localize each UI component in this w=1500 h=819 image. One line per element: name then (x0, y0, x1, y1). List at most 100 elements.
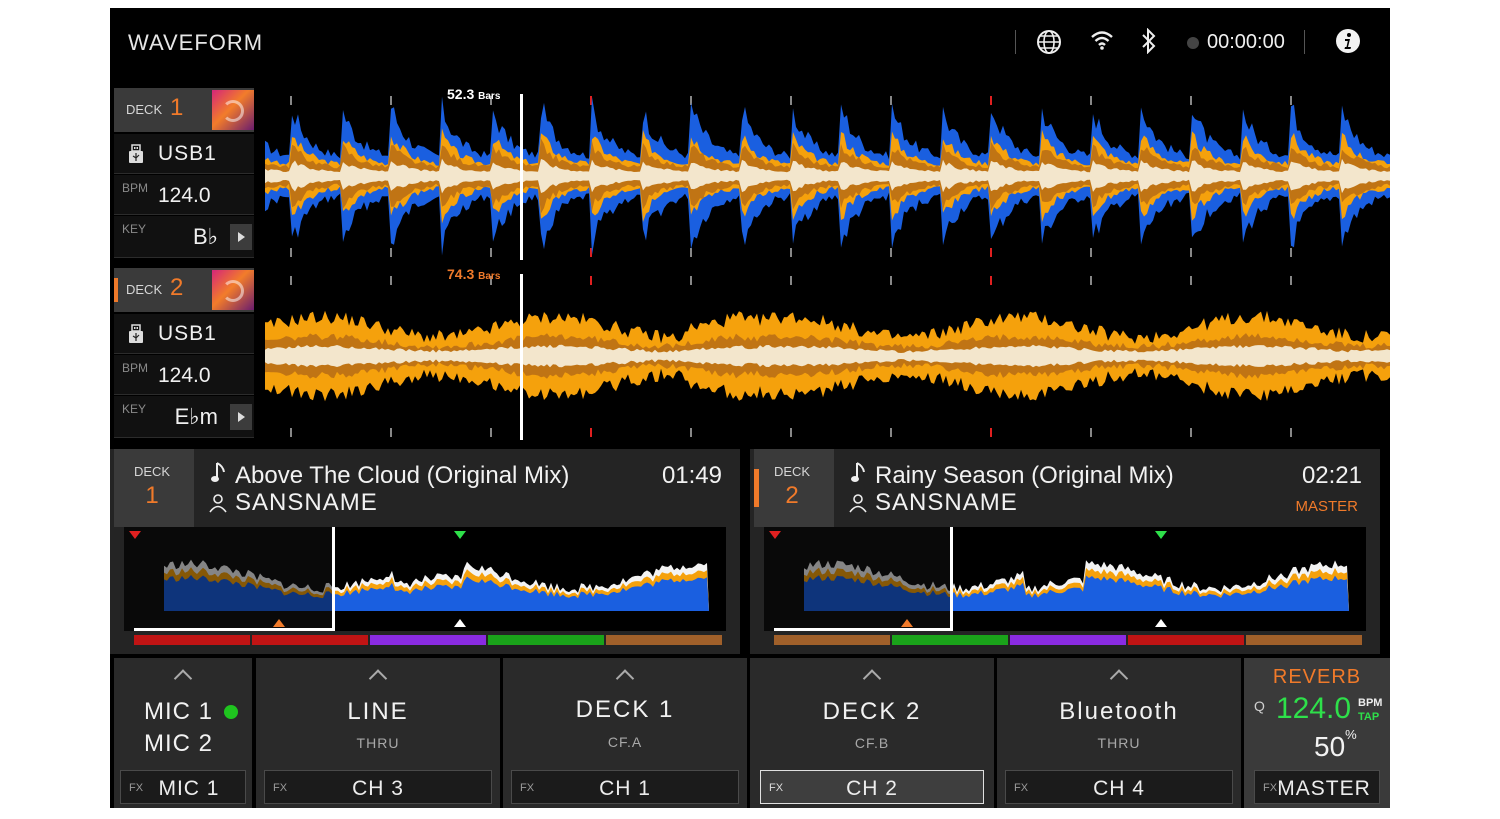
record-dot-icon (1187, 37, 1199, 49)
channel-name-secondary: MIC 2 (144, 730, 214, 757)
deck-2-overview-waveform[interactable] (764, 527, 1366, 653)
key-label: KEY (122, 222, 147, 236)
deck-1-badge: DECK 1 (114, 449, 194, 527)
deck-1-track-panel: DECK 1 Above The Cloud (Original Mix) SA… (110, 449, 740, 654)
effect-bpm: 124.0 (1276, 692, 1352, 725)
usb-icon (129, 324, 143, 343)
channel-bluetooth[interactable]: Bluetooth THRU FX CH 4 (997, 658, 1241, 808)
bars-readout: 52.3 Bars (447, 86, 501, 102)
deck-number: 2 (170, 274, 184, 301)
deck-2-waveform[interactable]: 74.3 Bars (265, 266, 1390, 440)
track-artist: SANSNAME (875, 489, 1018, 516)
quantize-label: Q (1254, 698, 1265, 714)
effect-name: REVERB (1272, 666, 1362, 688)
effect-level[interactable]: 50% (1314, 727, 1357, 763)
deck-label: DECK (126, 282, 163, 297)
key-value: E♭m (174, 404, 218, 429)
bpm-row: BPM 124.0 (114, 355, 254, 395)
key-arrow-button[interactable] (230, 224, 252, 250)
track-title: Rainy Season (Original Mix) (875, 462, 1174, 489)
channel-mic[interactable]: MIC 1 MIC 2 FX MIC 1 (114, 658, 252, 808)
info-icon[interactable] (1335, 28, 1361, 54)
bluetooth-icon[interactable] (1140, 28, 1158, 54)
channel-name: DECK 2 (822, 698, 922, 725)
tap-button[interactable]: TAP (1358, 711, 1379, 723)
track-title: Above The Cloud (Original Mix) (235, 462, 570, 489)
channel-name: DECK 1 (575, 696, 675, 723)
channel-line[interactable]: LINE THRU FX CH 3 (256, 658, 500, 808)
elapsed-timer: 00:00:00 (1207, 31, 1285, 53)
bars-readout: 74.3 Bars (447, 266, 501, 282)
source-label: USB1 (158, 142, 217, 165)
channel-name: LINE (347, 698, 409, 725)
key-row: KEY E♭m (114, 396, 254, 438)
fx-assign-button[interactable]: FX CH 1 (511, 770, 739, 804)
chevron-up-icon[interactable] (256, 670, 500, 684)
key-value: B♭ (192, 224, 218, 249)
deck-number: 1 (145, 482, 159, 509)
deck-label: DECK (133, 464, 171, 479)
track-remaining-time: 01:49 (661, 462, 722, 489)
channel-strip: MIC 1 MIC 2 FX MIC 1 LINE THRU FX CH 3 D… (110, 658, 1390, 808)
channel-routing: CF.B (854, 735, 890, 751)
deck-2-track-panel: DECK 2 Rainy Season (Original Mix) SANSN… (750, 449, 1380, 654)
fx-assign-button[interactable]: FX MASTER (1254, 770, 1380, 804)
deck-1-waveform[interactable]: 52.3 Bars (265, 86, 1390, 260)
source-row: USB1 (114, 314, 254, 354)
music-note-icon (211, 462, 225, 482)
chevron-up-icon[interactable] (997, 670, 1241, 684)
channel-deck-2[interactable]: DECK 2 CF.B FX CH 2 (750, 658, 994, 808)
deck-1-waveform-graph (265, 94, 1390, 260)
album-artwork (212, 90, 254, 130)
deck-label: DECK (773, 464, 811, 479)
chevron-up-icon[interactable] (503, 670, 747, 684)
deck-number: 2 (785, 482, 799, 509)
music-note-icon (851, 462, 865, 482)
master-indicator (114, 278, 118, 302)
chevron-up-icon[interactable] (114, 670, 252, 684)
deck-label: DECK (126, 102, 163, 117)
fx-assign-button[interactable]: FX CH 3 (264, 770, 492, 804)
usb-icon (129, 144, 143, 163)
screen-title: WAVEFORM (128, 30, 264, 55)
chevron-up-icon[interactable] (750, 670, 994, 684)
channel-routing: THRU (1097, 735, 1141, 751)
source-row: USB1 (114, 134, 254, 174)
source-label: USB1 (158, 322, 217, 345)
artist-icon (209, 494, 227, 513)
key-label: KEY (122, 402, 147, 416)
deck-2-badge: DECK 2 (754, 449, 834, 527)
bpm-unit: BPM (1358, 697, 1383, 709)
mic-active-indicator (224, 705, 238, 719)
deck-number: 1 (170, 94, 184, 121)
key-row: KEY B♭ (114, 216, 254, 258)
fx-assign-button[interactable]: FX MIC 1 (120, 770, 246, 804)
deck-1-header[interactable]: DECK 1 (114, 88, 254, 132)
bpm-row: BPM 124.0 (114, 175, 254, 215)
divider (1304, 30, 1305, 54)
bpm-value: 124.0 (158, 184, 211, 207)
channel-name: Bluetooth (1059, 698, 1179, 725)
wifi-icon[interactable] (1090, 28, 1114, 52)
channel-routing: CF.A (607, 734, 643, 750)
deck-2-info-panel: DECK 2 USB1 BPM 124.0 KEY E♭m (114, 268, 254, 440)
deck-2-waveform-graph (265, 274, 1390, 440)
bpm-value: 124.0 (158, 364, 211, 387)
channel-routing: THRU (356, 735, 400, 751)
deck-1-overview-waveform[interactable] (124, 527, 726, 653)
top-bar: WAVEFORM 00:00:00 (110, 8, 1390, 78)
master-status: MASTER (1295, 498, 1358, 515)
fx-assign-button[interactable]: FX CH 4 (1005, 770, 1233, 804)
channel-deck-1[interactable]: DECK 1 CF.A FX CH 1 (503, 658, 747, 808)
deck-1-info-panel: DECK 1 USB1 BPM 124.0 KEY B♭ (114, 88, 254, 260)
divider (1015, 30, 1016, 54)
fx-assign-button[interactable]: FX CH 2 (760, 770, 984, 804)
bpm-label: BPM (122, 361, 149, 375)
deck-2-header[interactable]: DECK 2 (114, 268, 254, 312)
key-arrow-button[interactable] (230, 404, 252, 430)
reverb-panel[interactable]: REVERB Q 124.0 BPM TAP 50% FX MASTER (1244, 658, 1390, 808)
track-artist: SANSNAME (235, 489, 378, 516)
globe-icon[interactable] (1035, 28, 1063, 56)
bpm-label: BPM (122, 181, 149, 195)
channel-name: MIC 1 (144, 698, 214, 725)
